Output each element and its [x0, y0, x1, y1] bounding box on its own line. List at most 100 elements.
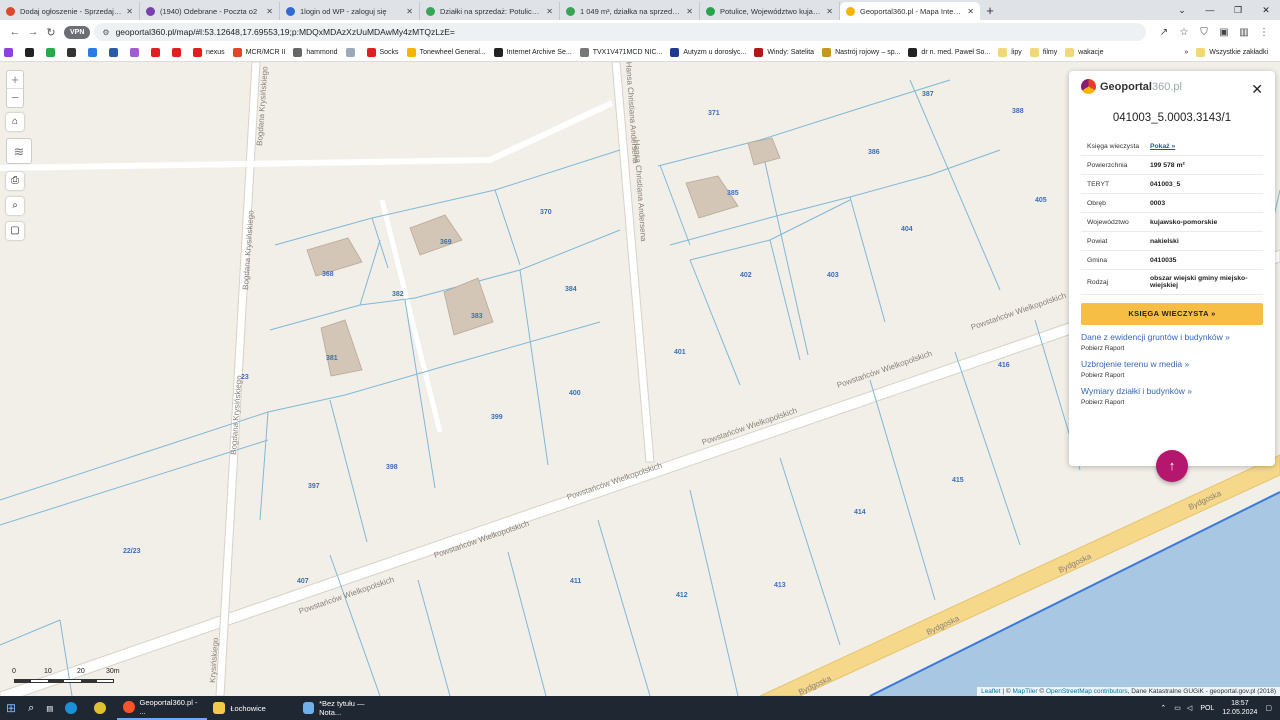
- land-register-link[interactable]: Pokaż »: [1150, 143, 1263, 150]
- zoom-out-button[interactable]: −: [7, 89, 23, 107]
- shield-icon[interactable]: ⛉: [1194, 27, 1214, 38]
- scroll-up-button[interactable]: ↑: [1156, 450, 1188, 482]
- sidebar-icon[interactable]: ▥: [1234, 27, 1254, 38]
- plot-label[interactable]: 383: [471, 313, 483, 320]
- vpn-badge[interactable]: VPN: [64, 25, 91, 39]
- plot-label[interactable]: 412: [676, 592, 688, 599]
- close-tab-icon[interactable]: ✕: [406, 7, 413, 16]
- bookmark-folder[interactable]: lipy: [998, 48, 1022, 57]
- plot-label[interactable]: 22/23: [123, 548, 141, 555]
- report-download-label[interactable]: Pobierz Raport: [1081, 399, 1263, 406]
- print-icon[interactable]: ⎙: [6, 172, 24, 190]
- bookmark-item[interactable]: Socks: [366, 48, 399, 57]
- plot-label[interactable]: 401: [674, 349, 686, 356]
- forward-icon[interactable]: →: [24, 26, 42, 38]
- plot-label[interactable]: 402: [740, 272, 752, 279]
- chevron-right-icon[interactable]: »: [1184, 49, 1188, 56]
- bookmark-folder[interactable]: wakacje: [1065, 48, 1104, 57]
- bookmark-icon-only[interactable]: [4, 48, 17, 57]
- report-link-dimensions[interactable]: Wymiary działki i budynków »: [1081, 386, 1263, 396]
- share-icon[interactable]: ↗: [1154, 27, 1174, 38]
- bookmark-item[interactable]: dr n. med. Paweł So...: [908, 48, 990, 57]
- clock[interactable]: 18:57 12.05.2024: [1222, 699, 1257, 717]
- bookmark-item[interactable]: nexus: [193, 48, 225, 57]
- fullscreen-icon[interactable]: ▢: [6, 222, 24, 240]
- bookmark-item[interactable]: Nastrój rojowy – sp...: [822, 48, 900, 57]
- bookmark-folder[interactable]: filmy: [1029, 48, 1057, 57]
- close-icon[interactable]: ✕: [1252, 0, 1280, 20]
- plot-label[interactable]: 387: [922, 91, 934, 98]
- plot-label[interactable]: 415: [952, 477, 964, 484]
- plot-label[interactable]: 405: [1035, 197, 1047, 204]
- tab[interactable]: Działki na sprzedaż: Potulice, Na ✕: [420, 2, 560, 20]
- plot-label[interactable]: 368: [322, 271, 334, 278]
- plot-label[interactable]: 397: [308, 483, 320, 490]
- search-icon[interactable]: ⌕: [22, 696, 40, 720]
- plot-label[interactable]: 381: [326, 355, 338, 362]
- plot-label[interactable]: 414: [854, 509, 866, 516]
- taskbar-app[interactable]: *Bez tytułu — Nota...: [297, 696, 387, 720]
- report-download-label[interactable]: Pobierz Raport: [1081, 372, 1263, 379]
- tab[interactable]: 1 049 m², działka na sprzedaż - ✕: [560, 2, 700, 20]
- osm-link[interactable]: OpenStreetMap contributors: [1046, 688, 1128, 695]
- notification-icon[interactable]: ▢: [1265, 704, 1272, 712]
- bookmark-item[interactable]: Autyzm u dorosłyc...: [670, 48, 746, 57]
- plot-label[interactable]: 404: [901, 226, 913, 233]
- plot-label[interactable]: 386: [868, 149, 880, 156]
- close-icon[interactable]: ✕: [1251, 81, 1263, 98]
- report-download-label[interactable]: Pobierz Raport: [1081, 345, 1263, 352]
- plot-label[interactable]: 411: [570, 578, 581, 585]
- close-tab-icon[interactable]: ✕: [686, 7, 693, 16]
- menu-icon[interactable]: ⋮: [1254, 27, 1274, 38]
- bookmark-icon-only[interactable]: [109, 48, 122, 57]
- plot-label[interactable]: 371: [708, 110, 720, 117]
- maximize-icon[interactable]: ❐: [1224, 0, 1252, 20]
- close-tab-icon[interactable]: ✕: [546, 7, 553, 16]
- bookmark-icon-only[interactable]: [88, 48, 101, 57]
- close-tab-icon[interactable]: ✕: [266, 7, 273, 16]
- tab[interactable]: Potulice, Województwo kujawsk ✕: [700, 2, 840, 20]
- taskbar-app[interactable]: Łochowice: [207, 696, 297, 720]
- plot-label[interactable]: 398: [386, 464, 398, 471]
- search-icon[interactable]: ⌕: [6, 197, 24, 215]
- chevron-up-icon[interactable]: ⌃: [1160, 704, 1166, 712]
- bookmark-item[interactable]: TVX1V471MCD NIC...: [579, 48, 662, 57]
- language-indicator[interactable]: POL: [1200, 705, 1214, 712]
- plot-label[interactable]: 382: [392, 291, 404, 298]
- bookmark-icon-only[interactable]: [172, 48, 185, 57]
- plot-label[interactable]: 407: [297, 578, 309, 585]
- leaflet-link[interactable]: Leaflet: [981, 688, 1001, 695]
- zoom-in-button[interactable]: +: [7, 71, 23, 89]
- close-tab-icon[interactable]: ✕: [826, 7, 833, 16]
- plot-label[interactable]: 388: [1012, 108, 1024, 115]
- bookmark-icon-only[interactable]: [46, 48, 59, 57]
- land-register-button[interactable]: KSIĘGA WIECZYSTA »: [1081, 303, 1263, 325]
- chevron-down-icon[interactable]: ⌄: [1168, 0, 1196, 20]
- report-link-registry[interactable]: Dane z ewidencji gruntów i budynków »: [1081, 332, 1263, 342]
- plot-label[interactable]: 400: [569, 390, 581, 397]
- star-icon[interactable]: ☆: [1174, 27, 1194, 38]
- close-tab-icon[interactable]: ✕: [126, 7, 133, 16]
- layers-icon[interactable]: ≋: [6, 138, 32, 164]
- tab[interactable]: 1login od WP - zaloguj się ✕: [280, 2, 420, 20]
- bookmark-item[interactable]: Windy: Satelita: [754, 48, 814, 57]
- bookmark-icon-only[interactable]: [130, 48, 143, 57]
- plot-label[interactable]: 416: [998, 362, 1010, 369]
- bookmark-item[interactable]: MCR/MCR II: [232, 48, 285, 57]
- new-tab-button[interactable]: +: [980, 2, 1000, 20]
- network-icon[interactable]: ▭: [1174, 704, 1181, 712]
- plot-label[interactable]: 403: [827, 272, 839, 279]
- bookmark-item[interactable]: Internet Archive Se...: [493, 48, 572, 57]
- address-bar[interactable]: ⚙ geoportal360.pl/map/#l:53.12648,17.695…: [94, 23, 1146, 41]
- bookmark-icon-only[interactable]: [25, 48, 38, 57]
- maptiler-link[interactable]: MapTiler: [1013, 688, 1038, 695]
- close-tab-icon[interactable]: ✕: [967, 7, 974, 16]
- plot-label[interactable]: 369: [440, 239, 452, 246]
- volume-icon[interactable]: ◁: [1187, 704, 1192, 712]
- reload-icon[interactable]: ↻: [42, 26, 60, 39]
- bookmark-folder[interactable]: Wszystkie zakładki: [1196, 48, 1268, 57]
- plot-label[interactable]: 399: [491, 414, 503, 421]
- tab-active[interactable]: Geoportal360.pl - Mapa Interakt ✕: [840, 2, 980, 20]
- bookmark-icon-only[interactable]: [151, 48, 164, 57]
- chrome-icon[interactable]: [88, 696, 117, 720]
